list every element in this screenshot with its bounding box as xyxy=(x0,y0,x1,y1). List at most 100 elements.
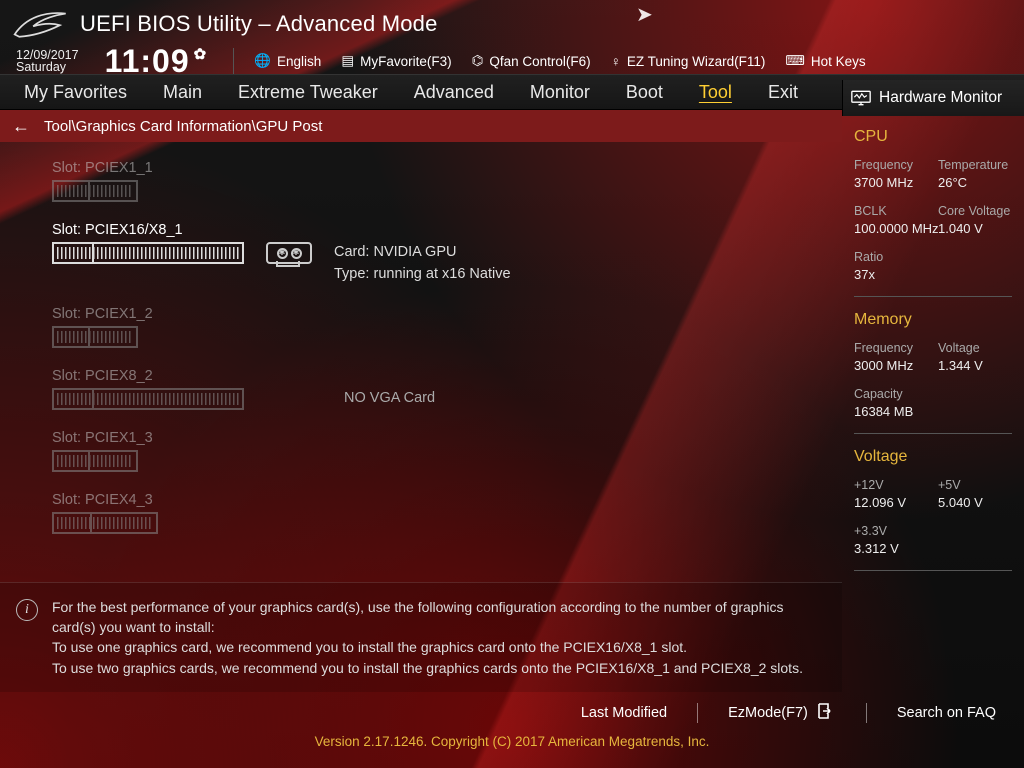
language-button[interactable]: 🌐 English xyxy=(254,53,321,69)
pcie-slot: Slot: PCIEX1_2 xyxy=(52,306,842,348)
pcie-connector-icon xyxy=(52,450,138,472)
divider xyxy=(854,433,1012,434)
eztuning-label: EZ Tuning Wizard(F11) xyxy=(627,54,766,69)
tab-extreme-tweaker[interactable]: Extreme Tweaker xyxy=(220,78,396,107)
hw-cell: Frequency 3000 MHz xyxy=(854,341,928,373)
hw-row: Ratio37x xyxy=(854,250,1012,282)
hw-row: +3.3V 3.312 V xyxy=(854,524,1012,556)
divider xyxy=(233,48,234,74)
hw-label: +5V xyxy=(938,478,1012,492)
back-arrow-icon[interactable]: ← xyxy=(12,116,30,137)
hw-cell: BCLK 100.0000 MHz xyxy=(854,204,928,236)
breadcrumb-text: Tool\Graphics Card Information\GPU Post xyxy=(44,118,322,135)
divider xyxy=(854,570,1012,571)
tab-main[interactable]: Main xyxy=(145,78,220,107)
gpu-post-slot-list: Slot: PCIEX1_1Slot: PCIEX16/X8_1Card: NV… xyxy=(0,142,842,582)
search-faq-button[interactable]: Search on FAQ xyxy=(897,705,996,721)
hw-label: +3.3V xyxy=(854,524,928,538)
qfan-button[interactable]: ⌬ Qfan Control(F6) xyxy=(472,53,591,69)
hw-label: Capacity xyxy=(854,387,928,401)
help-line-3: To use two graphics cards, we recommend … xyxy=(52,658,818,678)
divider xyxy=(866,703,867,723)
hw-value: 37x xyxy=(854,267,928,282)
hw-cpu-title: CPU xyxy=(854,128,1012,146)
pcie-connector-icon xyxy=(52,326,138,348)
hw-label: Core Voltage xyxy=(938,204,1012,218)
tab-monitor[interactable]: Monitor xyxy=(512,78,608,107)
slot-card-info: NO VGA Card xyxy=(266,388,435,410)
slot-label: Slot: PCIEX1_2 xyxy=(52,306,842,322)
gpu-card-icon xyxy=(266,242,312,264)
slot-card-info: Card: NVIDIA GPUType: running at x16 Nat… xyxy=(334,242,511,286)
hw-cell: Voltage 1.344 V xyxy=(938,341,1012,373)
help-line-1: For the best performance of your graphic… xyxy=(52,597,818,638)
hw-value: 1.040 V xyxy=(938,221,1012,236)
hw-value: 3000 MHz xyxy=(854,358,928,373)
divider xyxy=(854,296,1012,297)
copyright-text: Version 2.17.1246. Copyright (C) 2017 Am… xyxy=(0,734,1024,757)
pcie-connector-icon xyxy=(52,512,158,534)
hw-cell: +3.3V 3.312 V xyxy=(854,524,928,556)
divider xyxy=(697,703,698,723)
hw-cell: +12V12.096 V xyxy=(854,478,928,510)
gear-icon: ✿ xyxy=(194,45,208,63)
hw-value: 3.312 V xyxy=(854,541,928,556)
date-block: 12/09/2017 Saturday xyxy=(16,49,79,74)
hotkeys-button[interactable]: ⌨ Hot Keys xyxy=(785,53,865,69)
hw-value: 1.344 V xyxy=(938,358,1012,373)
hw-row: Frequency 3000 MHz Voltage 1.344 V xyxy=(854,341,1012,373)
bulb-icon: ♀ xyxy=(611,54,621,69)
ezmode-button[interactable]: EzMode(F7) xyxy=(728,703,836,723)
globe-icon: 🌐 xyxy=(254,53,271,69)
hw-value: 5.040 V xyxy=(938,495,1012,510)
hw-label: BCLK xyxy=(854,204,928,218)
mouse-cursor-icon: ➤ xyxy=(636,2,653,27)
myfavorite-button[interactable]: ▤ MyFavorite(F3) xyxy=(341,53,451,69)
qfan-label: Qfan Control(F6) xyxy=(489,54,590,69)
hotkeys-label: Hot Keys xyxy=(811,54,866,69)
hw-voltage-title: Voltage xyxy=(854,448,1012,466)
tab-tool[interactable]: Tool xyxy=(681,78,750,107)
hw-label: Voltage xyxy=(938,341,1012,355)
hw-cell: Frequency3700 MHz xyxy=(854,158,928,190)
hardware-monitor-panel: CPU Frequency3700 MHz Temperature 26°C BCLK… xyxy=(842,110,1024,692)
pcie-slot: Slot: PCIEX1_1 xyxy=(52,160,842,202)
hardware-monitor-label: Hardware Monitor xyxy=(879,89,1002,107)
hw-row: +12V12.096 V +5V 5.040 V xyxy=(854,478,1012,510)
pcie-connector-icon xyxy=(52,242,244,264)
hw-cell: Capacity16384 MB xyxy=(854,387,928,419)
hw-label: Temperature xyxy=(938,158,1012,172)
pcie-connector-icon xyxy=(52,180,138,202)
help-line-2: To use one graphics card, we recommend y… xyxy=(52,637,818,657)
tab-boot[interactable]: Boot xyxy=(608,78,681,107)
tab-advanced[interactable]: Advanced xyxy=(396,78,512,107)
pcie-slot: Slot: PCIEX8_2NO VGA Card xyxy=(52,368,842,410)
last-modified-button[interactable]: Last Modified xyxy=(581,705,667,721)
exit-icon xyxy=(818,703,836,723)
rog-logo xyxy=(10,5,68,43)
pcie-slot: Slot: PCIEX1_3 xyxy=(52,430,842,472)
hw-row: Frequency3700 MHz Temperature 26°C xyxy=(854,158,1012,190)
hw-value: 12.096 V xyxy=(854,495,928,510)
pcie-connector-icon xyxy=(52,388,244,410)
day-text: Saturday xyxy=(16,61,79,74)
eztuning-button[interactable]: ♀ EZ Tuning Wizard(F11) xyxy=(611,54,766,69)
page-title: UEFI BIOS Utility – Advanced Mode xyxy=(80,11,438,37)
monitor-icon xyxy=(851,90,871,106)
hw-value: 100.0000 MHz xyxy=(854,221,928,236)
hw-cell: Core Voltage 1.040 V xyxy=(938,204,1012,236)
tab-my-favorites[interactable]: My Favorites xyxy=(6,78,145,107)
tab-exit[interactable]: Exit xyxy=(750,78,816,107)
info-icon: i xyxy=(16,599,38,621)
list-icon: ▤ xyxy=(341,53,354,69)
pcie-slot: Slot: PCIEX4_3 xyxy=(52,492,842,534)
hw-row: BCLK 100.0000 MHz Core Voltage 1.040 V xyxy=(854,204,1012,236)
help-panel: i For the best performance of your graph… xyxy=(0,582,842,692)
slot-label: Slot: PCIEX1_1 xyxy=(52,160,842,176)
fan-icon: ⌬ xyxy=(472,53,484,69)
keyboard-icon: ⌨ xyxy=(785,53,805,69)
hw-cell: +5V 5.040 V xyxy=(938,478,1012,510)
hw-label: Frequency xyxy=(854,341,928,355)
hw-value: 26°C xyxy=(938,175,1012,190)
breadcrumb: ← Tool\Graphics Card Information\GPU Pos… xyxy=(0,110,842,142)
